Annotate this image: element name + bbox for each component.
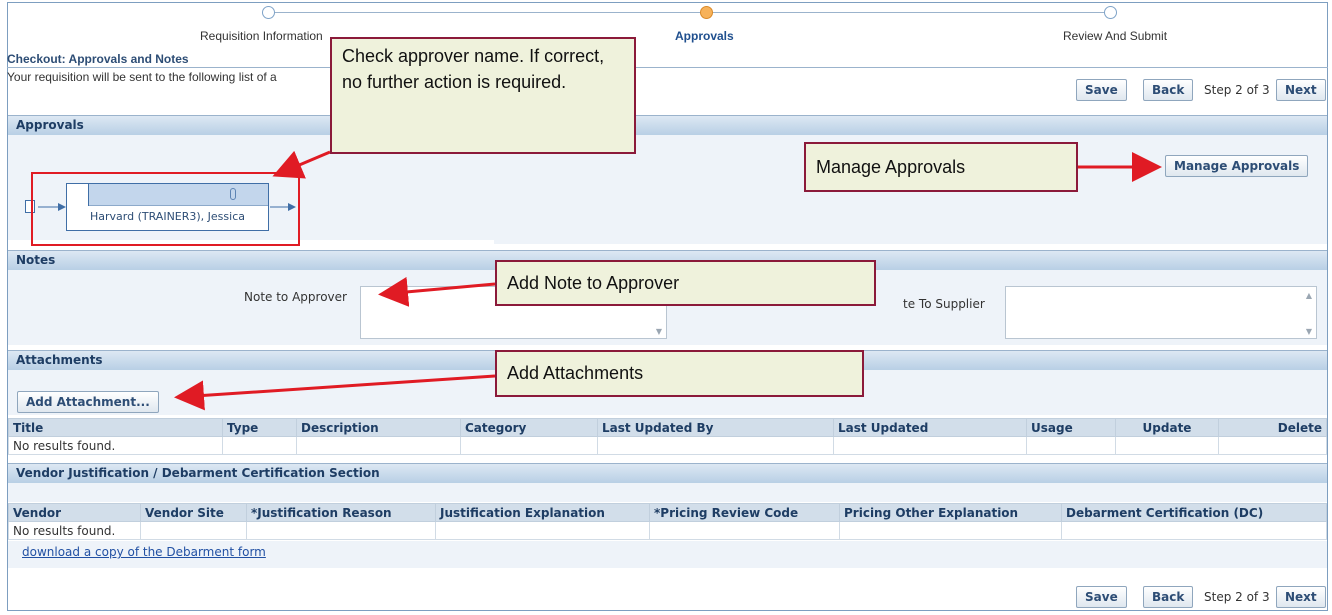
callout-add-note: Add Note to Approver [495, 260, 876, 306]
callout-add-attachments: Add Attachments [495, 350, 864, 397]
callout-check-approver: Check approver name. If correct, no furt… [330, 37, 636, 154]
callout-manage-approvals: Manage Approvals [804, 142, 1078, 192]
annotation-arrows [38, 150, 1162, 411]
arrow-to-approver [272, 150, 331, 179]
arrow-to-attachment [174, 374, 496, 411]
arrow-to-note [378, 276, 496, 307]
